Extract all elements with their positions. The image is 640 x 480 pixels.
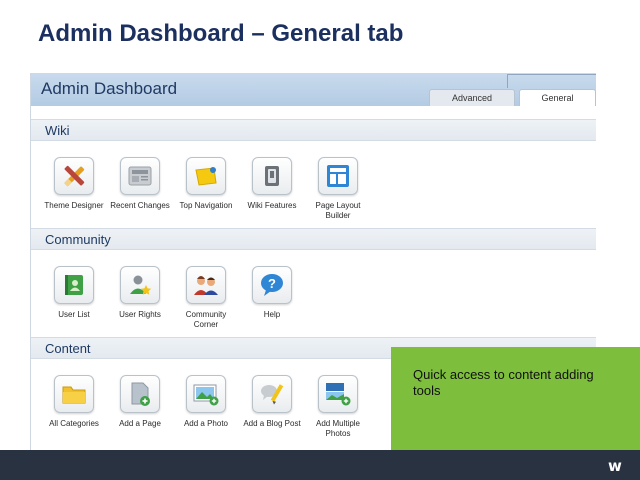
tool-recent-changes[interactable]: Recent Changes [107, 157, 173, 211]
tool-label: User Rights [119, 310, 161, 319]
help-icon: ? [261, 274, 283, 296]
tool-wiki-features[interactable]: Wiki Features [239, 157, 305, 211]
callout-box: Quick access to content adding tools [391, 347, 640, 450]
tool-top-navigation[interactable]: Top Navigation [173, 157, 239, 211]
tool-add-multiple-photos[interactable]: Add Multiple Photos [305, 375, 371, 439]
tool-label: Theme Designer [44, 201, 104, 210]
tool-label: User List [58, 310, 90, 319]
tool-theme-designer[interactable]: Theme Designer [41, 157, 107, 211]
add-blog-post-icon [261, 384, 284, 405]
tool-label: All Categories [49, 419, 99, 428]
tab-general[interactable]: General [519, 89, 596, 106]
tool-label: Wiki Features [247, 201, 297, 210]
tool-label: Page Layout Builder [315, 201, 361, 220]
section-label-content: Content [45, 341, 91, 356]
user-list-button[interactable] [54, 266, 94, 304]
community-corner-button[interactable] [186, 266, 226, 304]
user-rights-icon [130, 275, 152, 295]
section-community: Community [31, 228, 596, 250]
tool-add-photo[interactable]: Add a Photo [173, 375, 239, 429]
tool-label: Add a Page [119, 419, 161, 428]
add-page-button[interactable] [120, 375, 160, 413]
svg-text:?: ? [268, 276, 276, 291]
tool-help[interactable]: ? Help [239, 266, 305, 320]
wiki-features-button[interactable] [252, 157, 292, 195]
section-label-wiki: Wiki [45, 123, 70, 138]
page-layout-builder-icon [327, 165, 349, 187]
tool-add-page[interactable]: Add a Page [107, 375, 173, 429]
folder-icon [62, 386, 86, 404]
dashboard-header: Admin Dashboard Advanced General [31, 73, 596, 106]
footer-bar: w [0, 450, 640, 480]
tool-label: Add a Blog Post [243, 419, 301, 428]
tool-label: Top Navigation [179, 201, 233, 210]
tool-label: Help [263, 310, 281, 319]
tool-user-rights[interactable]: User Rights [107, 266, 173, 320]
tool-label: Community Corner [185, 310, 227, 329]
add-multiple-photos-button[interactable] [318, 375, 358, 413]
help-button[interactable]: ? [252, 266, 292, 304]
add-blog-post-button[interactable] [252, 375, 292, 413]
tool-page-layout-builder[interactable]: Page Layout Builder [305, 157, 371, 221]
add-multiple-photos-icon [326, 383, 351, 406]
wiki-features-icon [265, 166, 279, 186]
slide-title: Admin Dashboard – General tab [38, 20, 404, 47]
tool-add-blog-post[interactable]: Add a Blog Post [239, 375, 305, 429]
user-rights-button[interactable] [120, 266, 160, 304]
tool-all-categories[interactable]: All Categories [41, 375, 107, 429]
user-list-icon [65, 275, 83, 295]
add-page-icon [131, 382, 150, 406]
dashboard-title: Admin Dashboard [41, 79, 178, 98]
wikia-logo-icon: w [608, 457, 622, 475]
tool-community-corner[interactable]: Community Corner [173, 266, 239, 330]
theme-designer-icon [64, 165, 85, 187]
tool-label: Add a Photo [183, 419, 229, 428]
theme-designer-button[interactable] [54, 157, 94, 195]
top-navigation-button[interactable] [186, 157, 226, 195]
section-label-community: Community [45, 232, 111, 247]
tool-user-list[interactable]: User List [41, 266, 107, 320]
recent-changes-icon [128, 166, 152, 186]
top-navigation-icon [195, 167, 217, 186]
section-wiki: Wiki [31, 119, 596, 141]
tool-label: Recent Changes [110, 201, 170, 210]
community-corner-icon [194, 276, 218, 295]
tab-outline [507, 74, 596, 88]
add-photo-icon [193, 384, 219, 406]
add-photo-button[interactable] [186, 375, 226, 413]
all-categories-button[interactable] [54, 375, 94, 413]
recent-changes-button[interactable] [120, 157, 160, 195]
tab-advanced[interactable]: Advanced [429, 89, 515, 106]
callout-text: Quick access to content adding tools [413, 367, 594, 398]
page-layout-builder-button[interactable] [318, 157, 358, 195]
tool-label: Add Multiple Photos [315, 419, 361, 438]
